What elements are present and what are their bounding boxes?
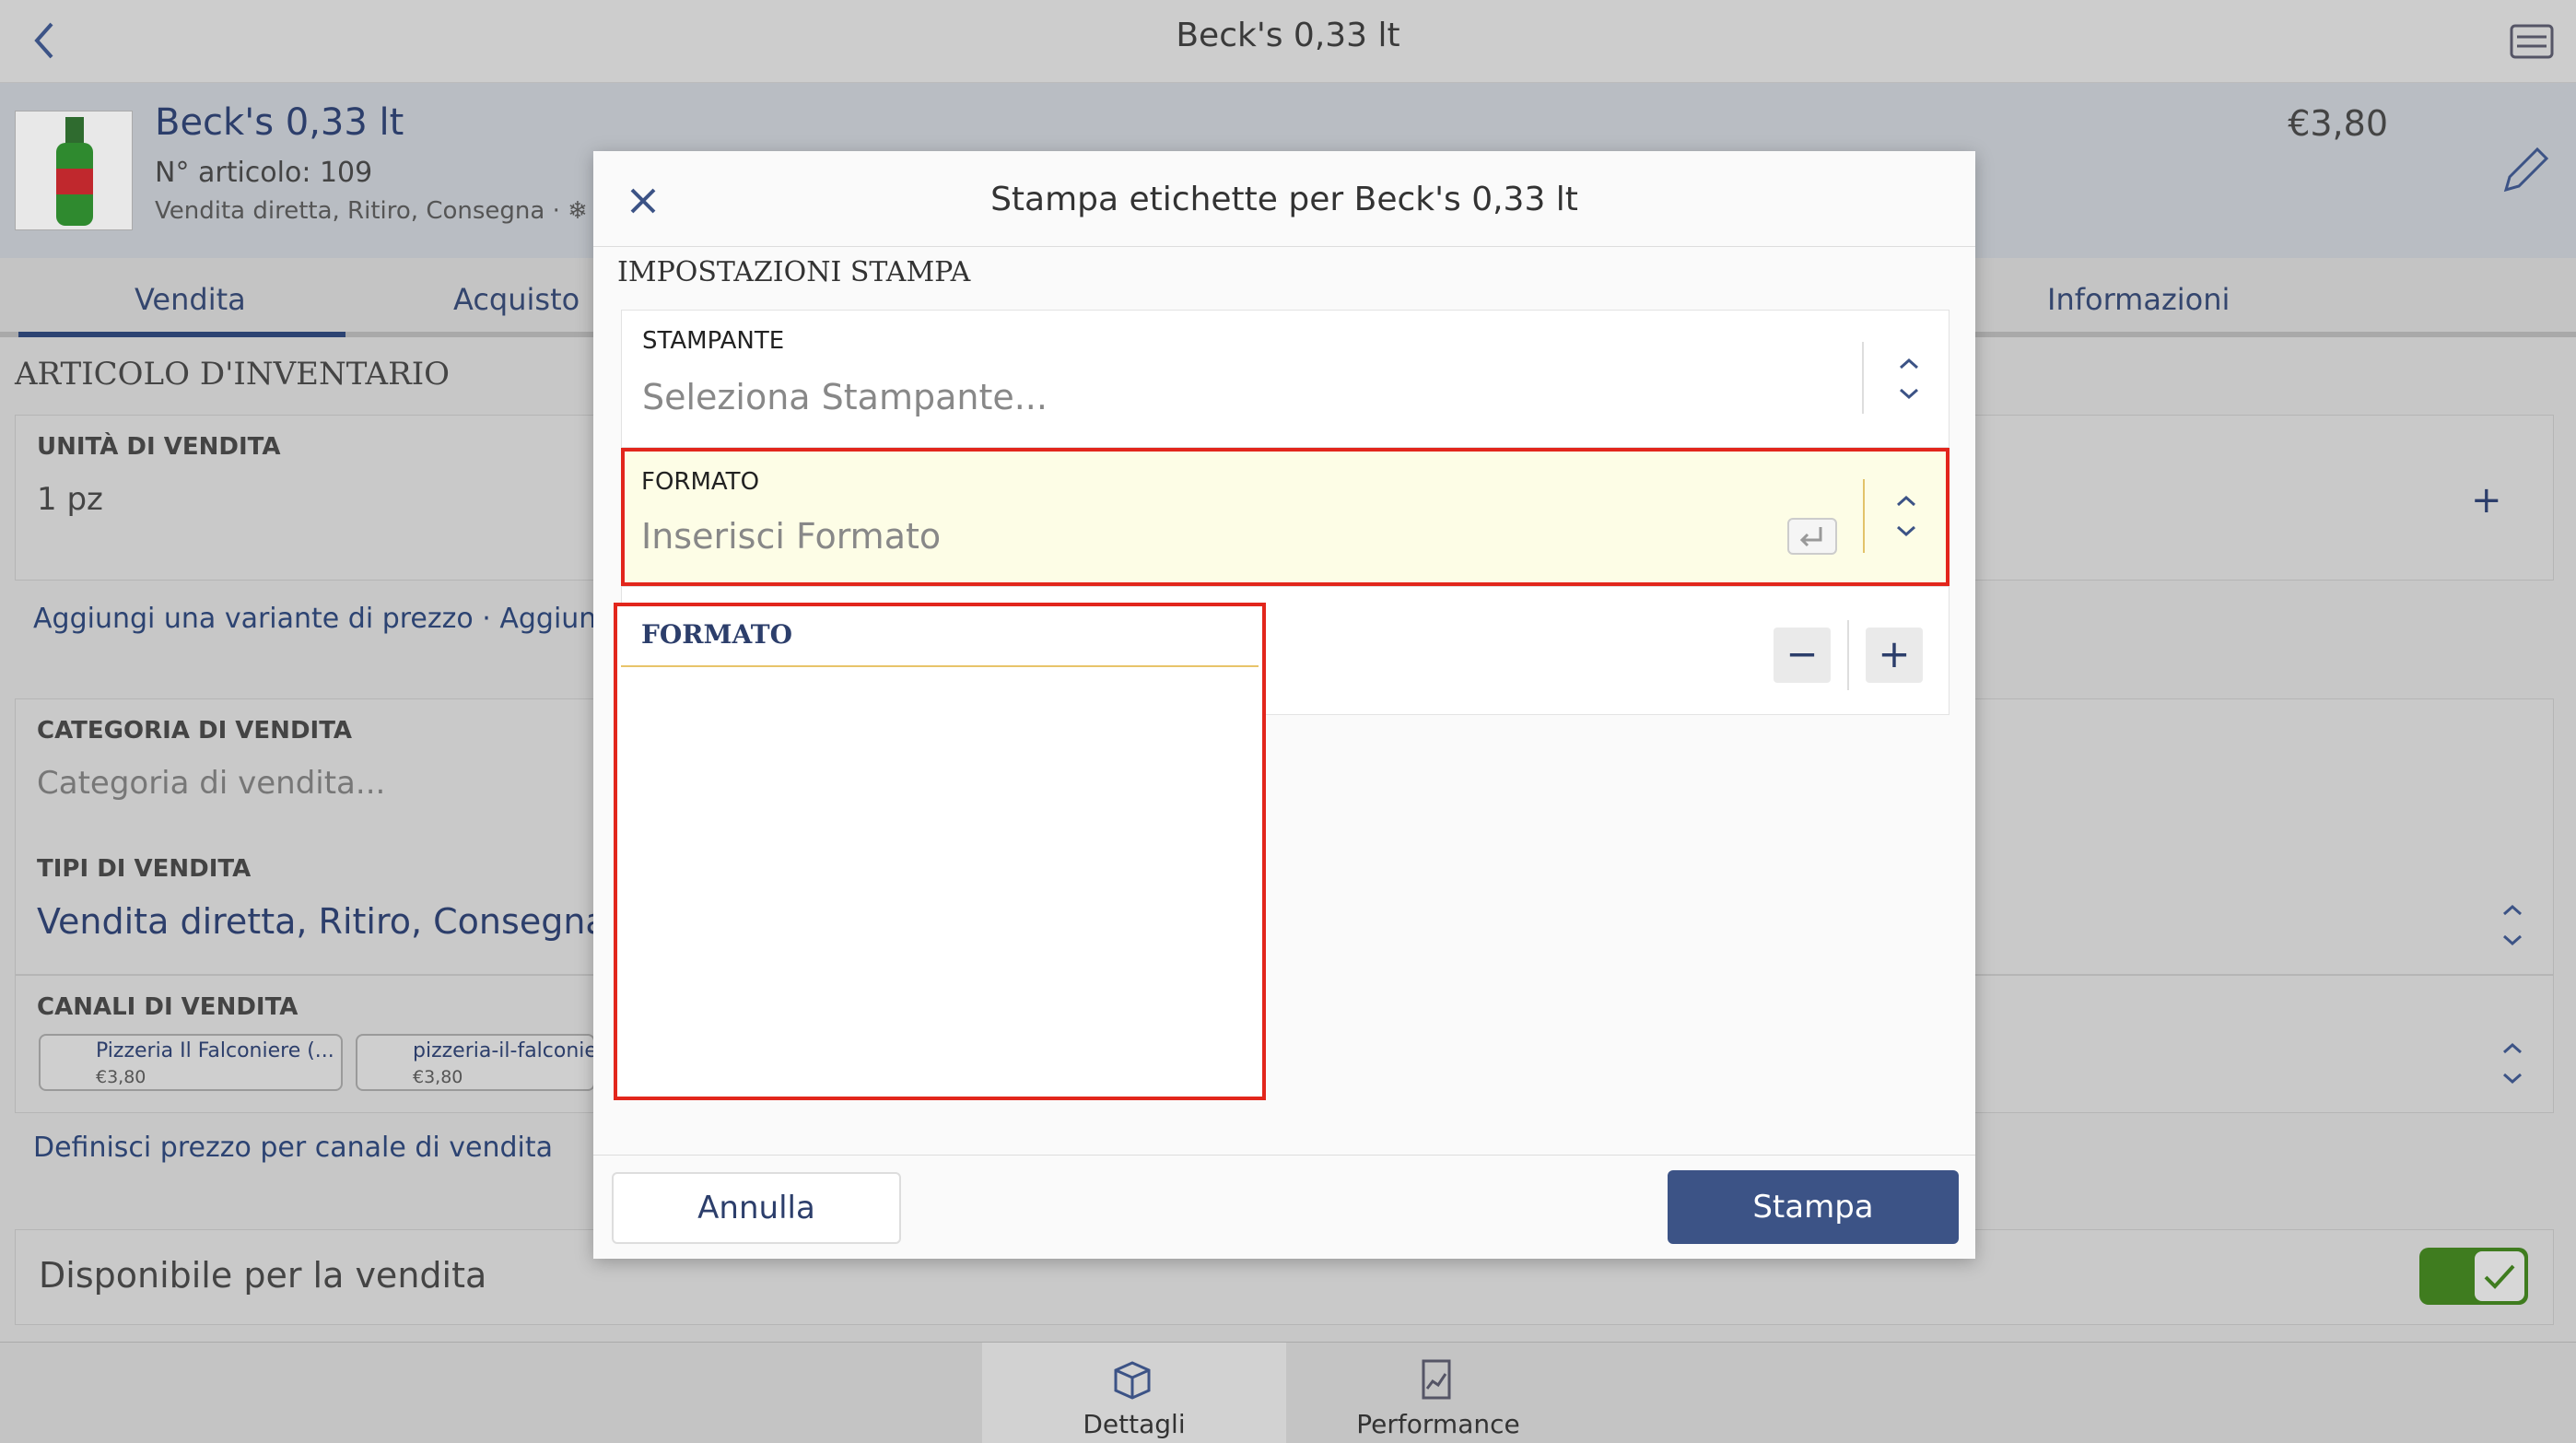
format-placeholder: Inserisci Formato — [641, 516, 942, 557]
decrement-button[interactable]: − — [1774, 628, 1831, 683]
format-label: FORMATO — [641, 468, 760, 496]
channels-chevron-icon[interactable] — [2499, 1038, 2526, 1089]
nav-performance[interactable]: Performance — [1286, 1343, 1590, 1443]
printer-icon[interactable] — [2506, 17, 2558, 68]
dropdown-divider — [621, 665, 1259, 667]
active-tab-indicator — [18, 332, 345, 337]
add-unit-button[interactable]: + — [2471, 479, 2502, 522]
divider — [1862, 342, 1864, 414]
chevron-updown-icon[interactable] — [1892, 490, 1920, 542]
nav-label: Dettagli — [1083, 1409, 1186, 1439]
available-toggle[interactable] — [2419, 1248, 2528, 1305]
sales-types-label: TIPI DI VENDITA — [37, 855, 252, 883]
article-number: N° articolo: 109 — [155, 157, 373, 189]
enter-key-icon[interactable] — [1787, 518, 1837, 555]
pencil-icon[interactable] — [2493, 138, 2558, 203]
unit-label: UNITÀ DI VENDITA — [37, 433, 281, 461]
printer-select[interactable]: STAMPANTE Seleziona Stampante... — [621, 310, 1950, 448]
available-label: Disponibile per la vendita — [39, 1255, 487, 1296]
channel-price: €3,80 — [413, 1067, 463, 1087]
category-label: CATEGORIA DI VENDITA — [37, 717, 353, 745]
box-icon — [1114, 1361, 1151, 1400]
print-button[interactable]: Stampa — [1668, 1170, 1959, 1244]
channel-name: pizzeria-il-falconiere — [413, 1039, 593, 1062]
tab-informazioni[interactable]: Informazioni — [2047, 282, 2230, 317]
tab-vendita[interactable]: Vendita — [135, 282, 246, 317]
sales-types-chevron-icon[interactable] — [2499, 899, 2526, 951]
divider — [1863, 479, 1865, 553]
category-input[interactable]: Categoria di vendita... — [37, 765, 385, 802]
nav-dettagli[interactable]: Dettagli — [982, 1343, 1286, 1443]
channel-chip[interactable]: Pizzeria Il Falconiere (... €3,80 — [39, 1034, 343, 1091]
channels-label: CANALI DI VENDITA — [37, 993, 299, 1021]
page-title: Beck's 0,33 lt — [1176, 17, 1400, 54]
divider — [1847, 620, 1849, 690]
channel-name: Pizzeria Il Falconiere (... — [96, 1039, 334, 1062]
check-icon — [2484, 1264, 2515, 1289]
format-input[interactable]: FORMATO Inserisci Formato — [621, 448, 1950, 586]
dropdown-title: FORMATO — [641, 619, 792, 650]
printer-label: STAMPANTE — [642, 327, 785, 355]
increment-button[interactable]: + — [1866, 628, 1923, 683]
dialog-header: Stampa etichette per Beck's 0,33 lt — [593, 151, 1975, 247]
nav-label: Performance — [1356, 1409, 1520, 1439]
channel-price: €3,80 — [96, 1067, 146, 1087]
cancel-button[interactable]: Annulla — [612, 1172, 901, 1244]
product-image — [15, 111, 133, 230]
chart-icon — [1422, 1359, 1451, 1400]
product-price: €3,80 — [2288, 103, 2388, 144]
unit-value: 1 pz — [37, 481, 103, 518]
print-settings-title: IMPOSTAZIONI STAMPA — [617, 256, 971, 288]
channel-price-link[interactable]: Definisci prezzo per canale di vendita — [33, 1132, 553, 1164]
top-bar: Beck's 0,33 lt — [0, 0, 2576, 83]
chevron-updown-icon[interactable] — [1895, 353, 1923, 405]
channel-chip[interactable]: pizzeria-il-falconiere €3,80 — [356, 1034, 595, 1091]
product-sales-types: Vendita diretta, Ritiro, Consegna · ❄ P — [155, 197, 610, 225]
add-variant-link[interactable]: Aggiungi una variante di prezzo · Aggiun… — [33, 603, 665, 635]
tab-acquisto[interactable]: Acquisto — [453, 282, 580, 317]
bottom-nav: Dettagli Performance — [0, 1342, 2576, 1443]
dialog-footer: Annulla Stampa — [593, 1155, 1975, 1259]
printer-placeholder: Seleziona Stampante... — [642, 377, 1048, 417]
sales-types-value[interactable]: Vendita diretta, Ritiro, Consegna — [37, 901, 607, 942]
product-name: Beck's 0,33 lt — [155, 101, 404, 144]
dialog-title: Stampa etichette per Beck's 0,33 lt — [990, 181, 1578, 218]
format-dropdown[interactable]: FORMATO — [614, 603, 1266, 1100]
section-title: ARTICOLO D'INVENTARIO — [15, 356, 450, 393]
print-labels-dialog: Stampa etichette per Beck's 0,33 lt IMPO… — [593, 151, 1975, 1259]
